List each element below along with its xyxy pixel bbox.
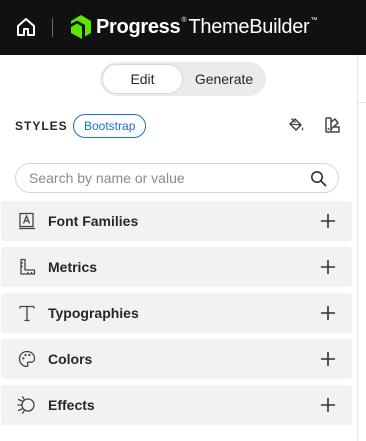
fill-tool-button[interactable] xyxy=(286,115,306,135)
search-input[interactable] xyxy=(29,164,309,192)
top-bar-separator xyxy=(52,18,53,37)
swatches-tool-button[interactable] xyxy=(323,115,343,135)
expand-plus-icon[interactable] xyxy=(318,303,338,323)
canvas-edge xyxy=(358,55,366,441)
section-effects[interactable]: Effects xyxy=(1,385,352,425)
product-name: ThemeBuilder xyxy=(188,15,310,38)
styles-panel: Edit Generate STYLES Bootstrap Search by… xyxy=(0,55,357,441)
edit-mode-button[interactable]: Edit xyxy=(102,64,183,94)
style-sections: Font Families Metrics Typographies Color… xyxy=(1,201,352,431)
effects-icon xyxy=(17,395,37,415)
text-icon xyxy=(17,303,37,323)
generate-mode-button[interactable]: Generate xyxy=(184,64,264,94)
font-families-icon xyxy=(17,211,37,231)
section-typographies[interactable]: Typographies xyxy=(1,293,352,333)
section-label: Metrics xyxy=(48,259,98,275)
expand-plus-icon[interactable] xyxy=(318,395,338,415)
search-box xyxy=(15,163,339,193)
swatches-icon xyxy=(325,117,340,133)
canvas-edge-line xyxy=(358,102,366,103)
mode-toggle: Edit Generate xyxy=(100,62,266,96)
expand-plus-icon[interactable] xyxy=(318,257,338,277)
section-label: Effects xyxy=(48,397,95,413)
top-bar: Progress ® ThemeBuilder ™ xyxy=(0,0,366,55)
home-icon xyxy=(17,18,35,36)
section-label: Typographies xyxy=(48,305,139,321)
section-colors[interactable]: Colors xyxy=(1,339,352,379)
brand-name: Progress xyxy=(96,15,181,38)
palette-icon xyxy=(17,349,37,369)
paint-bucket-icon xyxy=(289,118,304,131)
home-button[interactable] xyxy=(14,15,38,39)
brand: Progress ® ThemeBuilder ™ xyxy=(71,13,317,41)
progress-logo-icon xyxy=(71,15,91,39)
brand-trademark: ® xyxy=(181,16,187,24)
section-font-families[interactable]: Font Families xyxy=(1,201,352,241)
product-trademark: ™ xyxy=(310,16,318,24)
section-label: Colors xyxy=(48,351,93,367)
theme-badge[interactable]: Bootstrap xyxy=(73,114,147,138)
styles-heading: STYLES xyxy=(15,119,68,133)
expand-plus-icon[interactable] xyxy=(318,211,338,231)
expand-plus-icon[interactable] xyxy=(318,349,338,369)
section-metrics[interactable]: Metrics xyxy=(1,247,352,287)
section-label: Font Families xyxy=(48,213,139,229)
search-icon[interactable] xyxy=(309,169,327,187)
ruler-icon xyxy=(17,257,37,277)
